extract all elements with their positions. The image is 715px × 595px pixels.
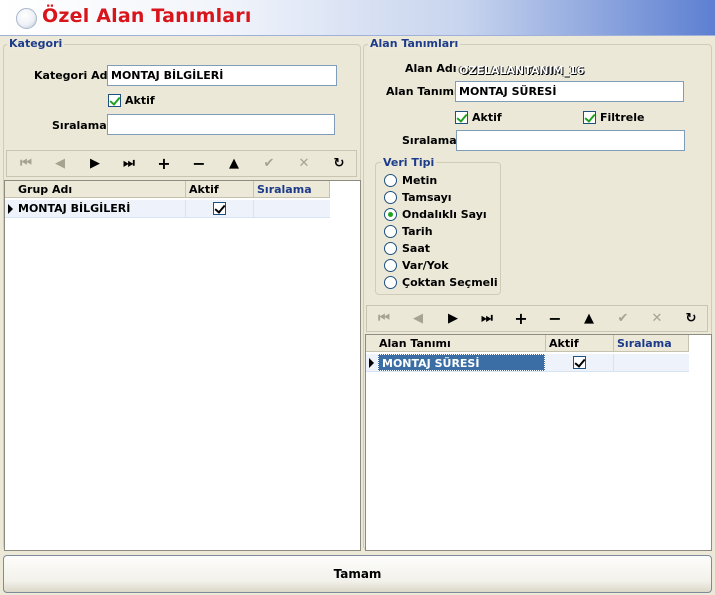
radio-label: Tamsayı bbox=[402, 191, 452, 204]
kategori-aktif-label: Aktif bbox=[125, 94, 155, 107]
radio-label: Ondalıklı Sayı bbox=[402, 208, 487, 221]
row-indicator-icon bbox=[8, 204, 13, 214]
cancel-edit-icon[interactable]: ✕ bbox=[287, 151, 321, 176]
radio-tarih[interactable]: Tarih bbox=[384, 225, 433, 238]
first-record-icon[interactable]: ⏮ bbox=[367, 306, 401, 331]
alan-tanimi-label: Alan Tanımı bbox=[386, 85, 458, 98]
radio-button[interactable] bbox=[384, 191, 397, 204]
radio-tamsayi[interactable]: Tamsayı bbox=[384, 191, 452, 204]
column-header-aktif[interactable]: Aktif bbox=[546, 335, 614, 351]
kategori-aktif-checkbox[interactable]: Aktif bbox=[108, 94, 155, 107]
column-header-alan-tanimi[interactable]: Alan Tanımı bbox=[376, 335, 546, 351]
cancel-edit-icon[interactable]: ✕ bbox=[640, 306, 674, 331]
alan-siralama-label: Sıralama bbox=[402, 134, 457, 147]
filtrele-label: Filtrele bbox=[600, 111, 645, 124]
checkbox-box[interactable] bbox=[455, 111, 468, 124]
cell-aktif[interactable] bbox=[546, 354, 614, 371]
prior-record-icon[interactable]: ◀ bbox=[43, 151, 77, 176]
checkbox-box[interactable] bbox=[108, 94, 121, 107]
kategori-adi-label: Kategori Adı bbox=[34, 69, 112, 82]
radio-ondalikli-sayi[interactable]: Ondalıklı Sayı bbox=[384, 208, 487, 221]
cell-grup-adi[interactable]: MONTAJ BİLGİLERİ bbox=[15, 200, 186, 217]
radio-button[interactable] bbox=[384, 259, 397, 272]
alan-aktif-checkbox[interactable]: Aktif bbox=[455, 111, 502, 124]
cell-alan-tanimi[interactable]: MONTAJ SÜRESİ bbox=[378, 354, 545, 371]
tamam-button[interactable]: Tamam bbox=[3, 555, 712, 593]
radio-saat[interactable]: Saat bbox=[384, 242, 430, 255]
checkbox-box[interactable] bbox=[213, 202, 226, 215]
radio-button[interactable] bbox=[384, 276, 397, 289]
kategori-navigator: ⏮ ◀ ▶ ⏭ + − ▲ ✔ ✕ ↻ bbox=[6, 150, 357, 177]
kategori-adi-input[interactable]: MONTAJ BİLGİLERİ bbox=[107, 65, 337, 86]
edit-record-icon[interactable]: ▲ bbox=[217, 151, 251, 176]
app-icon bbox=[16, 8, 37, 29]
radio-label: Çoktan Seçmeli bbox=[402, 276, 498, 289]
alan-siralama-input[interactable] bbox=[456, 130, 685, 151]
radio-coktan-secmeli[interactable]: Çoktan Seçmeli bbox=[384, 276, 498, 289]
grid-header: Alan Tanımı Aktif Sıralama bbox=[366, 335, 689, 352]
post-edit-icon[interactable]: ✔ bbox=[606, 306, 640, 331]
alan-adi-label: Alan Adı bbox=[405, 62, 457, 75]
cell-siralama[interactable] bbox=[614, 354, 689, 371]
alan-tanimlari-group-title: Alan Tanımları bbox=[368, 37, 461, 50]
last-record-icon[interactable]: ⏭ bbox=[470, 306, 504, 331]
column-header-siralama[interactable]: Sıralama bbox=[614, 335, 689, 351]
column-header-grup-adi[interactable]: Grup Adı bbox=[15, 181, 186, 197]
edit-record-icon[interactable]: ▲ bbox=[572, 306, 606, 331]
alan-grid[interactable]: Alan Tanımı Aktif Sıralama MONTAJ SÜRESİ bbox=[365, 334, 712, 551]
alan-adi-value: OZELALANTANIM_16 bbox=[459, 64, 585, 77]
radio-var-yok[interactable]: Var/Yok bbox=[384, 259, 449, 272]
column-header-aktif[interactable]: Aktif bbox=[186, 181, 254, 197]
kategori-grid[interactable]: Grup Adı Aktif Sıralama MONTAJ BİLGİLERİ bbox=[4, 180, 361, 551]
refresh-data-icon[interactable]: ↻ bbox=[674, 306, 708, 331]
last-record-icon[interactable]: ⏭ bbox=[112, 151, 146, 176]
post-edit-icon[interactable]: ✔ bbox=[252, 151, 286, 176]
veri-tipi-title: Veri Tipi bbox=[381, 156, 437, 169]
next-record-icon[interactable]: ▶ bbox=[436, 306, 470, 331]
radio-button[interactable] bbox=[384, 225, 397, 238]
delete-record-icon[interactable]: − bbox=[538, 306, 572, 331]
kategori-group-title: Kategori bbox=[7, 37, 65, 50]
kategori-siralama-input[interactable] bbox=[107, 114, 335, 135]
alan-tanimi-input[interactable]: MONTAJ SÜRESİ bbox=[455, 81, 684, 102]
radio-button[interactable] bbox=[384, 208, 397, 221]
cell-aktif[interactable] bbox=[186, 200, 254, 217]
table-row[interactable]: MONTAJ BİLGİLERİ bbox=[5, 200, 330, 218]
alan-navigator: ⏮ ◀ ▶ ⏭ + − ▲ ✔ ✕ ↻ bbox=[366, 305, 708, 332]
insert-record-icon[interactable]: + bbox=[504, 306, 538, 331]
refresh-data-icon[interactable]: ↻ bbox=[322, 151, 356, 176]
radio-button[interactable] bbox=[384, 174, 397, 187]
radio-button[interactable] bbox=[384, 242, 397, 255]
title-bar: Özel Alan Tanımları bbox=[0, 0, 715, 36]
veri-tipi-group: Metin Tamsayı Ondalıklı Sayı Tarih Saat … bbox=[375, 162, 501, 295]
row-indicator-icon bbox=[369, 358, 374, 368]
radio-label: Metin bbox=[402, 174, 438, 187]
next-record-icon[interactable]: ▶ bbox=[78, 151, 112, 176]
prior-record-icon[interactable]: ◀ bbox=[401, 306, 435, 331]
radio-label: Saat bbox=[402, 242, 431, 255]
insert-record-icon[interactable]: + bbox=[147, 151, 181, 176]
grid-header: Grup Adı Aktif Sıralama bbox=[5, 181, 330, 198]
radio-label: Var/Yok bbox=[402, 259, 449, 272]
table-row[interactable]: MONTAJ SÜRESİ bbox=[366, 354, 689, 372]
cell-siralama[interactable] bbox=[254, 200, 330, 217]
radio-metin[interactable]: Metin bbox=[384, 174, 437, 187]
checkbox-box[interactable] bbox=[573, 356, 586, 369]
checkbox-box[interactable] bbox=[583, 111, 596, 124]
radio-label: Tarih bbox=[402, 225, 433, 238]
first-record-icon[interactable]: ⏮ bbox=[9, 151, 43, 176]
delete-record-icon[interactable]: − bbox=[182, 151, 216, 176]
column-header-siralama[interactable]: Sıralama bbox=[254, 181, 330, 197]
window-title: Özel Alan Tanımları bbox=[42, 5, 252, 27]
filtrele-checkbox[interactable]: Filtrele bbox=[583, 111, 644, 124]
alan-aktif-label: Aktif bbox=[472, 111, 502, 124]
kategori-siralama-label: Sıralama bbox=[52, 119, 107, 132]
